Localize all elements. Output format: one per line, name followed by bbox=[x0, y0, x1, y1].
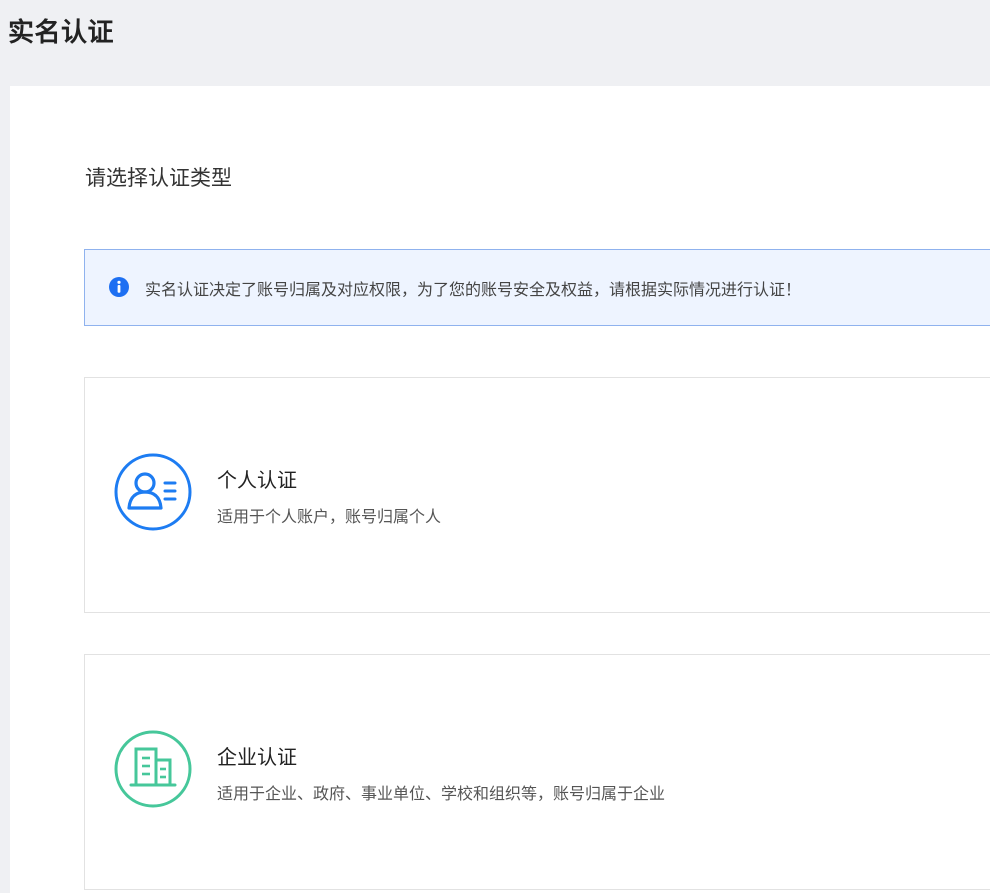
info-icon bbox=[109, 277, 129, 297]
enterprise-verification-description: 适用于企业、政府、事业单位、学校和组织等，账号归属于企业 bbox=[217, 784, 666, 803]
notice-text: 实名认证决定了账号归属及对应权限，为了您的账号安全及权益，请根据实际情况进行认证… bbox=[145, 280, 802, 299]
main-panel: 请选择认证类型 实名认证决定了账号归属及对应权限，为了您的账号安全及权益，请根据… bbox=[10, 86, 990, 893]
person-icon bbox=[113, 437, 193, 547]
enterprise-verification-title: 企业认证 bbox=[217, 745, 297, 769]
notice-banner: 实名认证决定了账号归属及对应权限，为了您的账号安全及权益，请根据实际情况进行认证… bbox=[84, 249, 990, 326]
page-title: 实名认证 bbox=[8, 18, 115, 48]
enterprise-verification-card[interactable]: 企业认证 适用于企业、政府、事业单位、学校和组织等，账号归属于企业 bbox=[84, 654, 990, 890]
personal-verification-title: 个人认证 bbox=[217, 468, 297, 492]
section-title: 请选择认证类型 bbox=[85, 166, 232, 190]
personal-verification-description: 适用于个人账户，账号归属个人 bbox=[217, 507, 442, 526]
page: 实名认证 请选择认证类型 实名认证决定了账号归属及对应权限，为了您的账号安全及权… bbox=[0, 0, 990, 893]
header: 实名认证 bbox=[0, 0, 990, 86]
building-icon bbox=[113, 714, 193, 824]
personal-verification-card[interactable]: 个人认证 适用于个人账户，账号归属个人 bbox=[84, 377, 990, 613]
